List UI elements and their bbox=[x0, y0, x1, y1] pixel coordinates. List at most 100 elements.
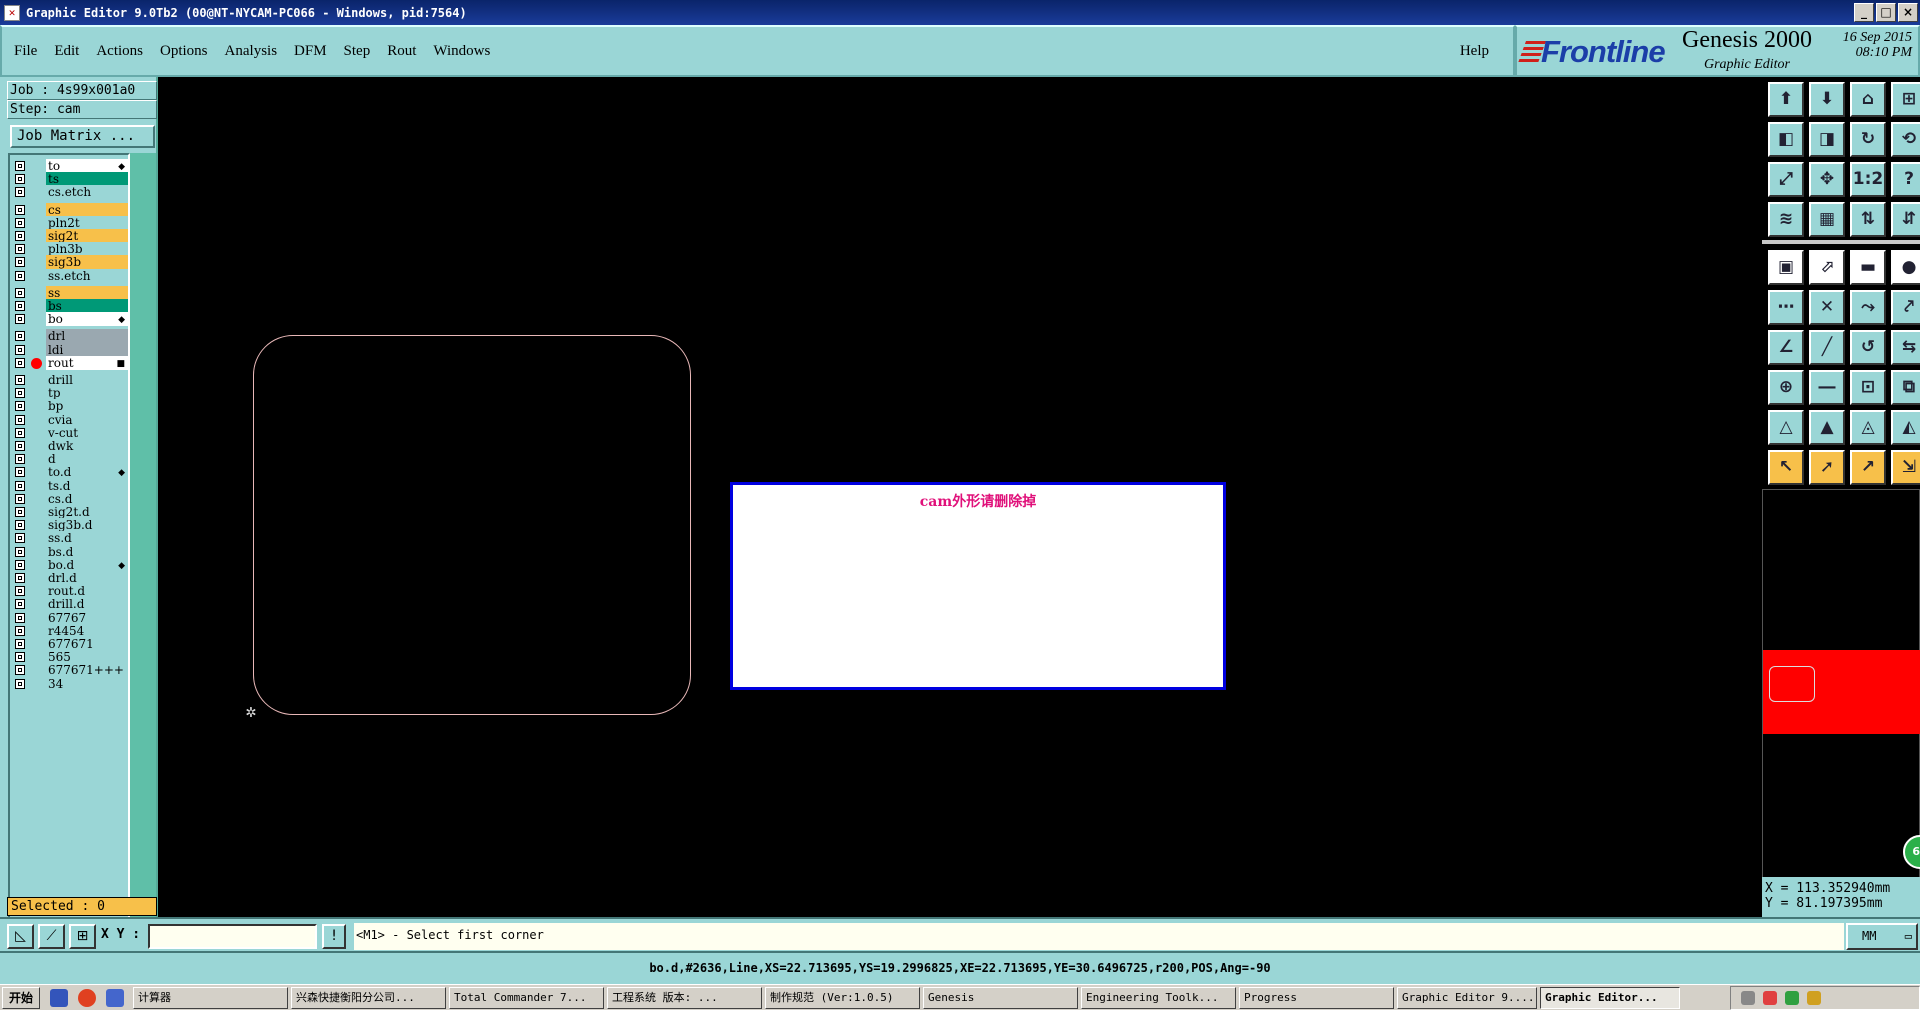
dot-icon[interactable]: ● bbox=[1891, 250, 1920, 285]
tray-update-icon[interactable] bbox=[1807, 991, 1821, 1005]
layer-row[interactable]: bo ◆ bbox=[12, 312, 128, 327]
layer-checkbox[interactable] bbox=[15, 639, 25, 649]
line-icon[interactable]: ⬀ bbox=[1809, 250, 1845, 285]
link-icon[interactable]: ⤤ bbox=[1891, 290, 1920, 325]
layer-checkbox[interactable] bbox=[15, 559, 25, 570]
menu-rout[interactable]: Rout bbox=[387, 43, 416, 60]
minimap[interactable]: 63 bbox=[1762, 489, 1920, 889]
layer-checkbox[interactable] bbox=[15, 520, 25, 531]
pad-icon[interactable]: ▣ bbox=[1768, 250, 1804, 285]
zoom-next-icon[interactable]: ◨ bbox=[1809, 122, 1845, 157]
redraw-icon[interactable]: ↻ bbox=[1850, 122, 1886, 157]
layer-name[interactable]: dwk bbox=[46, 439, 128, 453]
pointer-icon[interactable]: ↖ bbox=[1768, 450, 1804, 485]
layer-name[interactable]: drill.d bbox=[46, 597, 128, 612]
taskbar-task[interactable]: 计算器 bbox=[133, 986, 289, 1009]
layer-row[interactable]: bp bbox=[12, 399, 128, 414]
layer-checkbox[interactable] bbox=[15, 388, 25, 399]
layer-name[interactable]: 677671 bbox=[46, 637, 128, 651]
pointer-rotate-icon[interactable]: ↗ bbox=[1850, 450, 1886, 485]
layer-name[interactable]: 677671+++ bbox=[46, 663, 128, 678]
zoom-prev-icon[interactable]: ◧ bbox=[1768, 122, 1804, 157]
xy-input[interactable] bbox=[148, 924, 317, 949]
layer-row[interactable]: bs.d bbox=[12, 544, 128, 559]
layer-row[interactable]: drl.d bbox=[12, 571, 128, 585]
layer-name[interactable]: rout ■ bbox=[46, 355, 128, 370]
layer-checkbox[interactable] bbox=[15, 507, 25, 517]
layer-row[interactable]: dwk bbox=[12, 439, 128, 453]
graphic-canvas[interactable]: ✲ cam外形请删除掉 bbox=[158, 77, 1762, 917]
layer-row[interactable]: sig3b.d bbox=[12, 518, 128, 533]
layer-name[interactable]: sig2t.d bbox=[46, 505, 128, 519]
taskbar-task[interactable]: Graphic Editor 9.... bbox=[1397, 986, 1538, 1009]
layer-name[interactable]: r4454 bbox=[46, 623, 128, 638]
board-outline[interactable] bbox=[253, 335, 691, 715]
job-matrix-button[interactable]: Job Matrix ... bbox=[10, 125, 155, 148]
layer-name[interactable]: drl bbox=[46, 329, 128, 344]
split-line-icon[interactable]: ― bbox=[1809, 370, 1845, 405]
fit-screen-icon[interactable]: ⤢ bbox=[1768, 162, 1804, 197]
layer-checkbox[interactable] bbox=[15, 244, 25, 255]
taskbar-task[interactable]: Total Commander 7... bbox=[449, 986, 605, 1009]
copy-icon[interactable]: ⧉ bbox=[1891, 370, 1920, 405]
layer-row[interactable]: 677671+++ bbox=[12, 663, 128, 678]
taskbar-task[interactable]: 兴森快捷衡阳分公司... bbox=[291, 986, 447, 1009]
layer-checkbox[interactable] bbox=[15, 270, 25, 281]
layer-row[interactable]: ss.etch bbox=[12, 268, 128, 283]
undo-line-icon[interactable]: ⟲ bbox=[1891, 122, 1920, 157]
layer-checkbox[interactable] bbox=[15, 546, 25, 557]
layer-name[interactable]: cs.etch bbox=[46, 185, 128, 200]
tray-antivirus-icon[interactable] bbox=[1763, 991, 1777, 1005]
menu-edit[interactable]: Edit bbox=[54, 43, 79, 60]
angle-icon[interactable]: ∠ bbox=[1768, 330, 1804, 365]
layer-row[interactable]: ldi bbox=[12, 342, 128, 357]
menu-windows[interactable]: Windows bbox=[433, 43, 490, 60]
layer-row[interactable]: cs bbox=[12, 202, 128, 217]
taskbar-task[interactable]: Graphic Editor... bbox=[1540, 986, 1681, 1009]
slash-icon[interactable]: ╱ bbox=[1809, 330, 1845, 365]
layer-row[interactable]: ss.d bbox=[12, 531, 128, 546]
layer-name[interactable]: 34 bbox=[46, 676, 128, 691]
layer-row[interactable]: to ◆ bbox=[12, 159, 128, 173]
layer-name[interactable]: drill bbox=[46, 373, 128, 387]
menu-options[interactable]: Options bbox=[160, 43, 208, 60]
layer-row[interactable]: cvia bbox=[12, 412, 128, 427]
layer-checkbox[interactable] bbox=[15, 257, 25, 268]
tray-network-icon[interactable] bbox=[1741, 991, 1755, 1005]
help-query-icon[interactable]: ? bbox=[1891, 162, 1920, 197]
menu-help[interactable]: Help bbox=[1460, 43, 1489, 60]
layer-checkbox[interactable] bbox=[15, 599, 25, 610]
layer-name[interactable]: bs bbox=[46, 299, 128, 313]
layer-name[interactable]: ldi bbox=[46, 342, 128, 357]
move-node-icon[interactable]: ⋯ bbox=[1768, 290, 1804, 325]
layer-row[interactable]: to.d ◆ bbox=[12, 465, 128, 480]
layer-checkbox[interactable] bbox=[15, 480, 25, 491]
triangle-select-icon[interactable]: ▲ bbox=[1809, 410, 1845, 445]
layer-row[interactable]: ts.d bbox=[12, 478, 128, 493]
layer-checkbox[interactable] bbox=[15, 217, 25, 228]
cross-icon[interactable]: ✕ bbox=[1809, 290, 1845, 325]
layer-row[interactable]: 565 bbox=[12, 650, 128, 665]
layer-checkbox[interactable] bbox=[15, 678, 25, 689]
layer-row[interactable]: cs.etch bbox=[12, 185, 128, 200]
layer-row[interactable]: rout.d bbox=[12, 584, 128, 599]
layer-name[interactable]: bs.d bbox=[46, 544, 128, 559]
pan-icon[interactable]: ✥ bbox=[1809, 162, 1845, 197]
taskbar-task[interactable]: 制作规范 (Ver:1.0.5) bbox=[765, 986, 921, 1009]
snap-mode-icon[interactable]: ◺ bbox=[7, 924, 34, 949]
notification-badge[interactable]: 63 bbox=[1903, 835, 1920, 869]
layer-name[interactable]: bo ◆ bbox=[46, 312, 128, 327]
layer-row[interactable]: 34 bbox=[12, 676, 128, 691]
tray-shield-icon[interactable] bbox=[1785, 991, 1799, 1005]
layer-checkbox[interactable] bbox=[15, 187, 25, 198]
layer-checkbox[interactable] bbox=[15, 441, 25, 451]
triangle-a-icon[interactable]: ◬ bbox=[1850, 410, 1886, 445]
triangle-b-icon[interactable]: ◭ bbox=[1891, 410, 1920, 445]
layer-row[interactable]: 67767 bbox=[12, 610, 128, 625]
layer-name[interactable]: d bbox=[46, 452, 128, 467]
menu-analysis[interactable]: Analysis bbox=[225, 43, 278, 60]
layer-row[interactable]: bs bbox=[12, 299, 128, 313]
layer-checkbox[interactable] bbox=[15, 301, 25, 311]
layer-checkbox[interactable] bbox=[15, 493, 25, 504]
maximize-button[interactable]: □ bbox=[1876, 3, 1896, 22]
